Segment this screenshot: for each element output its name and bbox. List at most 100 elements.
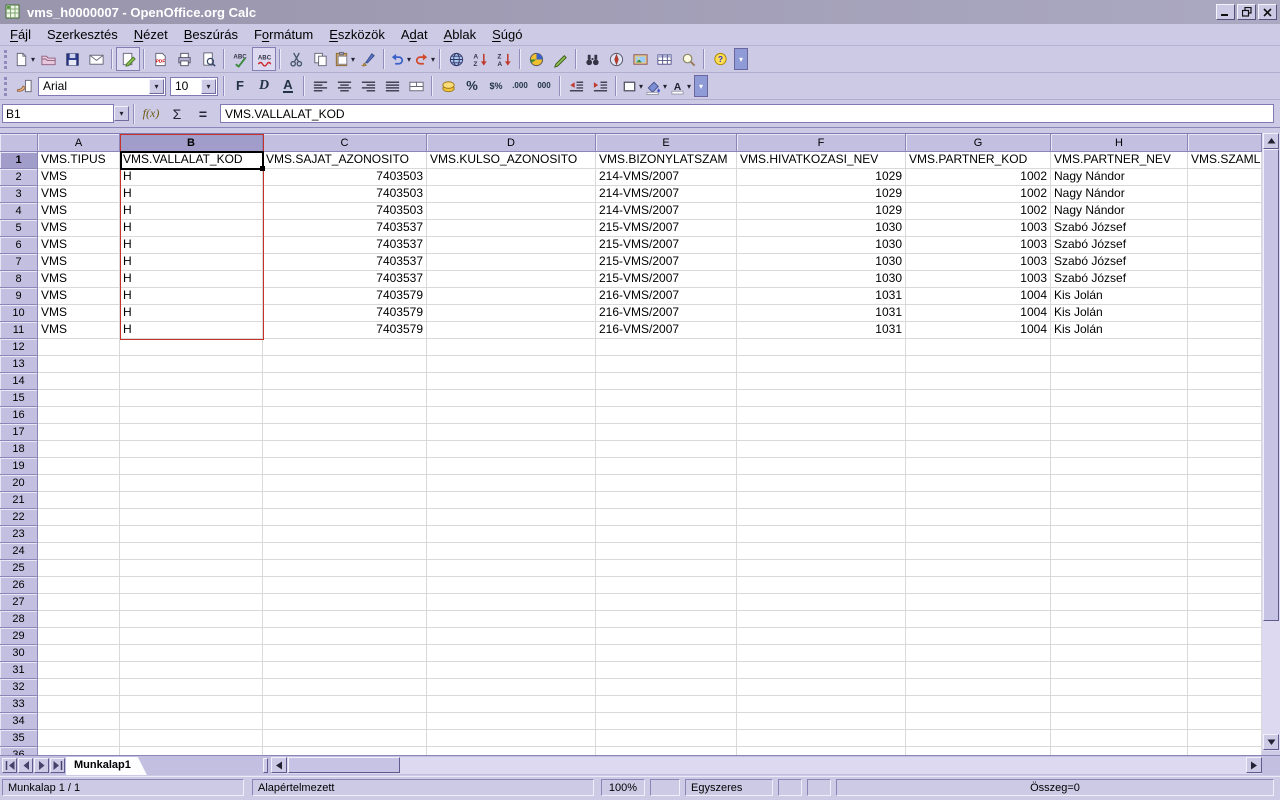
close-button[interactable] (1258, 4, 1277, 20)
cell-A7[interactable]: VMS (38, 254, 120, 271)
cell-B29[interactable] (120, 628, 263, 645)
cell-G30[interactable] (906, 645, 1051, 662)
cell-B4[interactable]: H (120, 203, 263, 220)
cell-A31[interactable] (38, 662, 120, 679)
align-right-button[interactable] (356, 74, 380, 98)
merge-cells-button[interactable] (404, 74, 428, 98)
cell-C15[interactable] (263, 390, 427, 407)
cell-E11[interactable]: 216-VMS/2007 (596, 322, 737, 339)
cell-B12[interactable] (120, 339, 263, 356)
column-header-H[interactable]: H (1051, 134, 1188, 152)
cell-E8[interactable]: 215-VMS/2007 (596, 271, 737, 288)
menu-adat[interactable]: Adat (393, 25, 436, 44)
cell-H34[interactable] (1051, 713, 1188, 730)
column-header-A[interactable]: A (38, 134, 120, 152)
cell-G8[interactable]: 1003 (906, 271, 1051, 288)
previous-sheet-button[interactable] (18, 758, 33, 773)
cell-C6[interactable]: 7403537 (263, 237, 427, 254)
cell-F11[interactable]: 1031 (737, 322, 906, 339)
cell-B24[interactable] (120, 543, 263, 560)
cell-I36[interactable] (1188, 747, 1262, 755)
cell-E30[interactable] (596, 645, 737, 662)
cell-D21[interactable] (427, 492, 596, 509)
cell-C14[interactable] (263, 373, 427, 390)
restore-button[interactable] (1237, 4, 1256, 20)
cell-H15[interactable] (1051, 390, 1188, 407)
cell-H1[interactable]: VMS.PARTNER_NEV (1051, 152, 1188, 169)
cell-H5[interactable]: Szabó József (1051, 220, 1188, 237)
cell-E7[interactable]: 215-VMS/2007 (596, 254, 737, 271)
cell-I11[interactable] (1188, 322, 1262, 339)
cell-A28[interactable] (38, 611, 120, 628)
cell-I24[interactable] (1188, 543, 1262, 560)
cell-E20[interactable] (596, 475, 737, 492)
cell-G15[interactable] (906, 390, 1051, 407)
cell-B17[interactable] (120, 424, 263, 441)
cell-E35[interactable] (596, 730, 737, 747)
cell-G22[interactable] (906, 509, 1051, 526)
cell-B21[interactable] (120, 492, 263, 509)
column-header-G[interactable]: G (906, 134, 1051, 152)
row-header-1[interactable]: 1 (0, 152, 38, 169)
cell-D9[interactable] (427, 288, 596, 305)
cell-I34[interactable] (1188, 713, 1262, 730)
cell-B30[interactable] (120, 645, 263, 662)
select-all-corner[interactable] (0, 134, 38, 152)
cell-G36[interactable] (906, 747, 1051, 755)
cell-H36[interactable] (1051, 747, 1188, 755)
cell-A33[interactable] (38, 696, 120, 713)
cell-B15[interactable] (120, 390, 263, 407)
cell-I18[interactable] (1188, 441, 1262, 458)
cell-C13[interactable] (263, 356, 427, 373)
formula-input[interactable] (220, 104, 1274, 123)
cell-A16[interactable] (38, 407, 120, 424)
row-header-3[interactable]: 3 (0, 186, 38, 203)
sheet-tab-munkalap1[interactable]: Munkalap1 (66, 757, 147, 775)
new-document-button[interactable]: ▾ (12, 47, 36, 71)
cell-B18[interactable] (120, 441, 263, 458)
cell-C34[interactable] (263, 713, 427, 730)
cell-F20[interactable] (737, 475, 906, 492)
cell-E31[interactable] (596, 662, 737, 679)
cell-D33[interactable] (427, 696, 596, 713)
row-header-30[interactable]: 30 (0, 645, 38, 662)
cell-I30[interactable] (1188, 645, 1262, 662)
cell-G32[interactable] (906, 679, 1051, 696)
cell-G3[interactable]: 1002 (906, 186, 1051, 203)
paste-button[interactable]: ▾ (332, 47, 356, 71)
cell-C29[interactable] (263, 628, 427, 645)
cell-H32[interactable] (1051, 679, 1188, 696)
cell-B13[interactable] (120, 356, 263, 373)
cell-I33[interactable] (1188, 696, 1262, 713)
save-button[interactable] (60, 47, 84, 71)
cell-H29[interactable] (1051, 628, 1188, 645)
cell-D36[interactable] (427, 747, 596, 755)
cell-H11[interactable]: Kis Jolán (1051, 322, 1188, 339)
find-replace-button[interactable] (580, 47, 604, 71)
cut-button[interactable] (284, 47, 308, 71)
cell-E32[interactable] (596, 679, 737, 696)
cell-A10[interactable]: VMS (38, 305, 120, 322)
cell-A27[interactable] (38, 594, 120, 611)
cell-I23[interactable] (1188, 526, 1262, 543)
cell-I19[interactable] (1188, 458, 1262, 475)
cell-E1[interactable]: VMS.BIZONYLATSZAM (596, 152, 737, 169)
cell-G9[interactable]: 1004 (906, 288, 1051, 305)
cell-F10[interactable]: 1031 (737, 305, 906, 322)
cell-F13[interactable] (737, 356, 906, 373)
cell-D4[interactable] (427, 203, 596, 220)
cell-G31[interactable] (906, 662, 1051, 679)
add-decimal-button[interactable]: .000 (508, 74, 532, 98)
cell-E34[interactable] (596, 713, 737, 730)
font-size-combo[interactable]: 10▾ (170, 77, 218, 96)
cell-E23[interactable] (596, 526, 737, 543)
cell-I20[interactable] (1188, 475, 1262, 492)
last-sheet-button[interactable] (50, 758, 65, 773)
cell-G35[interactable] (906, 730, 1051, 747)
cell-H17[interactable] (1051, 424, 1188, 441)
background-color-button[interactable]: ▾ (644, 74, 668, 98)
cell-G21[interactable] (906, 492, 1051, 509)
toolbar-overflow-button[interactable]: ▾ (694, 75, 708, 97)
cell-F30[interactable] (737, 645, 906, 662)
underline-button[interactable]: A (276, 74, 300, 98)
